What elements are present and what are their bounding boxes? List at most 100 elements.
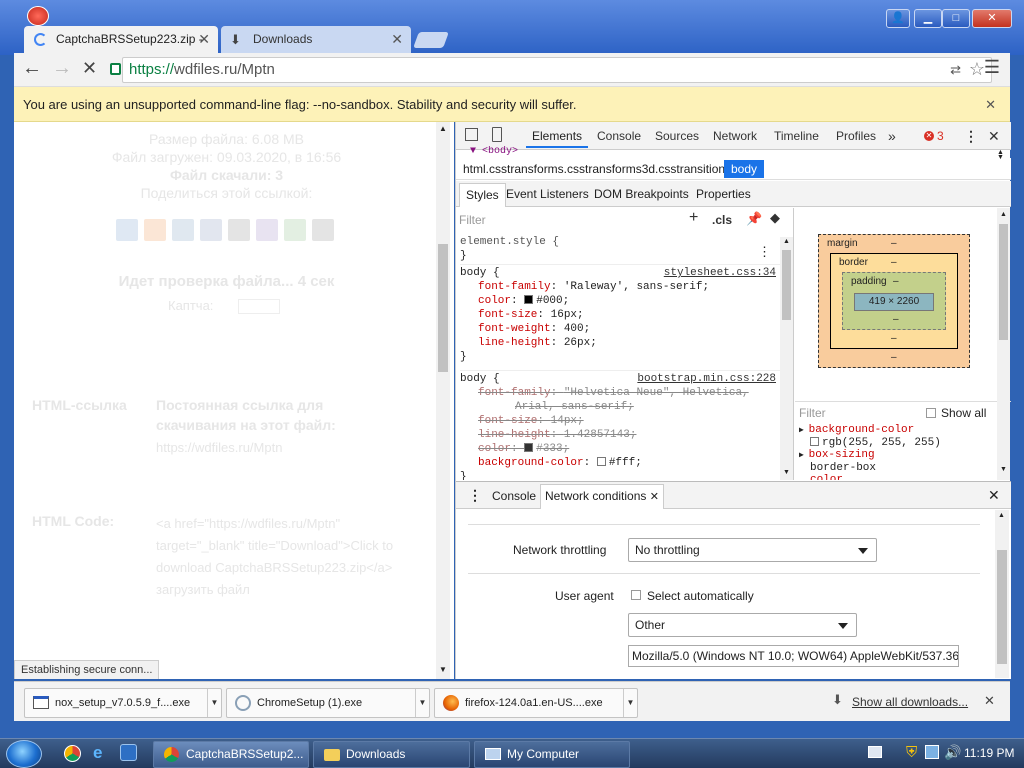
tab-close-icon[interactable]: ✕ (198, 26, 210, 53)
chevron-down-icon[interactable]: ▼ (623, 689, 637, 717)
boxmodel-padding[interactable]: padding – 419 × 2260 – (842, 272, 946, 330)
inspect-icon[interactable] (465, 128, 478, 141)
forward-icon[interactable]: → (52, 57, 72, 80)
infobar-close-icon[interactable]: ✕ (985, 87, 996, 122)
drawer-tab-console[interactable]: Console (492, 489, 536, 503)
bookmark-star-icon[interactable]: ☆ (969, 59, 985, 80)
maximize-button[interactable]: □ (942, 9, 970, 28)
task-downloads[interactable]: Downloads (313, 741, 470, 768)
share-vk-icon[interactable] (116, 219, 138, 241)
close-window-button[interactable]: ✕ (972, 9, 1012, 28)
color-swatch[interactable] (596, 457, 606, 466)
css-property[interactable]: font-size: 14px; (460, 414, 780, 428)
tab-downloads[interactable]: ⬇ Downloads ✕ (221, 26, 411, 53)
computed-item[interactable]: color (799, 474, 995, 480)
useragent-input[interactable]: Mozilla/5.0 (Windows NT 10.0; WOW64) App… (628, 645, 959, 667)
scroll-up-icon[interactable]: ▲ (439, 124, 447, 133)
share-link-icon[interactable] (312, 219, 334, 241)
css-property[interactable]: font-size: 16px; (460, 308, 780, 322)
styles-scroll-thumb[interactable] (782, 250, 791, 320)
security-shield-icon[interactable]: ⛨ (906, 744, 917, 761)
select-auto-checkbox[interactable] (631, 590, 641, 600)
css-property[interactable]: line-height: 26px; (460, 336, 780, 350)
share-viber-icon[interactable] (256, 219, 278, 241)
error-icon[interactable]: ✕ (924, 131, 934, 141)
minimize-button[interactable]: ▁ (914, 9, 942, 28)
download-item-firefox[interactable]: firefox-124.0a1.en-US....exe ▼ (434, 688, 638, 718)
back-icon[interactable]: ← (22, 57, 42, 80)
download-item-chrome[interactable]: ChromeSetup (1).exe ▼ (226, 688, 430, 718)
scroll-down-icon[interactable]: ▼ (439, 665, 447, 674)
color-format-icon[interactable]: ◆ (770, 210, 780, 226)
page-scrollbar[interactable]: ▲ ▼ (436, 122, 450, 679)
device-mode-icon[interactable] (492, 127, 502, 142)
css-property[interactable]: color: #333; (460, 442, 780, 456)
permanent-link-url[interactable]: https://wdfiles.ru/Mptn (156, 440, 282, 455)
show-all-downloads-link[interactable]: Show all downloads... (852, 695, 968, 709)
scroll-up-icon[interactable]: ▲ (998, 512, 1005, 519)
css-property[interactable]: line-height: 1.42857143; (460, 428, 780, 442)
share-fb-icon[interactable] (200, 219, 222, 241)
drawer-tab-network-conditions[interactable]: Network conditions ✕ (540, 484, 664, 509)
drawer-scroll-thumb[interactable] (997, 550, 1007, 664)
page-scroll-thumb[interactable] (438, 244, 448, 372)
useragent-select[interactable]: Other (628, 613, 857, 637)
throttling-select[interactable]: No throttling (628, 538, 877, 562)
scroll-up-icon[interactable]: ▲ (783, 238, 790, 245)
translate-icon[interactable]: ⇄ (950, 62, 961, 78)
new-tab-button[interactable] (413, 32, 449, 48)
subtab-event-listeners[interactable]: Event Listeners (506, 187, 589, 201)
tab-timeline[interactable]: Timeline (774, 122, 819, 150)
tab-profiles[interactable]: Profiles (836, 122, 876, 150)
scroll-down-icon[interactable]: ▼ (1000, 466, 1007, 473)
share-ok-icon[interactable] (144, 219, 166, 241)
drawer-tab-close-icon[interactable]: ✕ (650, 491, 659, 503)
css-property[interactable]: font-family: 'Raleway', sans-serif; (460, 280, 780, 294)
share-mail-icon[interactable] (172, 219, 194, 241)
chevron-down-icon[interactable]: ▼ (415, 689, 429, 717)
styles-filter[interactable]: Filter (459, 213, 659, 227)
share-whatsapp-icon[interactable] (284, 219, 306, 241)
subtab-styles[interactable]: Styles (459, 183, 506, 207)
tab-console[interactable]: Console (597, 122, 641, 150)
color-swatch[interactable] (524, 443, 534, 452)
computed-filter-placeholder[interactable]: Filter (799, 406, 826, 420)
add-rule-icon[interactable]: + (689, 209, 698, 227)
error-count[interactable]: 3 (937, 122, 944, 150)
drawer-scrollbar[interactable]: ▲ (995, 510, 1009, 678)
breadcrumb-html[interactable]: html.csstransforms.csstransforms3d.csstr… (463, 162, 731, 176)
css-property[interactable]: background-color: #fff; (460, 456, 780, 470)
captcha-input[interactable] (238, 299, 280, 314)
rule-1-source[interactable]: stylesheet.css:34 (664, 266, 776, 280)
ie-quicklaunch-icon[interactable]: e (93, 743, 102, 763)
css-rule-1[interactable]: body {stylesheet.css:34 font-family: 'Ra… (460, 266, 780, 364)
download-shelf-close-icon[interactable]: ✕ (984, 693, 995, 709)
element-style-rule[interactable]: element.style { } ⋮ (460, 235, 780, 265)
task-captcha[interactable]: CaptchaBRSSetup2... (153, 741, 309, 768)
tab-network[interactable]: Network (713, 122, 757, 150)
stop-icon[interactable]: ✕ (82, 58, 97, 79)
chrome-quicklaunch-icon[interactable] (64, 745, 81, 762)
devtools-close-icon[interactable]: ✕ (988, 122, 1000, 150)
styles-scrollbar[interactable]: ▲ ▼ (780, 237, 793, 480)
boxmodel-content[interactable]: 419 × 2260 (854, 293, 934, 311)
css-property[interactable]: font-family: "Helvetica Neue", Helvetica… (460, 386, 780, 400)
share-x-icon[interactable] (228, 219, 250, 241)
dom-scroll-down-icon[interactable]: ▼ (997, 154, 1004, 161)
computed-scrollbar[interactable]: ▲ ▼ (997, 208, 1010, 480)
chevron-down-icon[interactable]: ▼ (207, 689, 221, 717)
computed-item[interactable]: ▶ background-color (799, 424, 995, 437)
network-icon[interactable] (925, 745, 939, 759)
address-bar[interactable]: https://wdfiles.ru/Mptn ⇄ ☆ (110, 57, 992, 83)
user-icon[interactable]: 👤 (886, 9, 910, 28)
tab-elements[interactable]: Elements (526, 122, 589, 148)
rule-2-source[interactable]: bootstrap.min.css:228 (637, 372, 776, 386)
download-item-nox[interactable]: nox_setup_v7.0.5.9_f....exe ▼ (24, 688, 222, 718)
color-swatch[interactable] (524, 295, 534, 304)
keyboard-icon[interactable] (868, 746, 882, 758)
css-property[interactable]: color: #000; (460, 294, 780, 308)
devtools-menu-icon[interactable]: ⋮ (964, 122, 978, 150)
app-quicklaunch-icon[interactable] (120, 744, 137, 761)
scroll-up-icon[interactable]: ▲ (1000, 211, 1007, 218)
more-tabs-icon[interactable]: » (888, 122, 896, 150)
